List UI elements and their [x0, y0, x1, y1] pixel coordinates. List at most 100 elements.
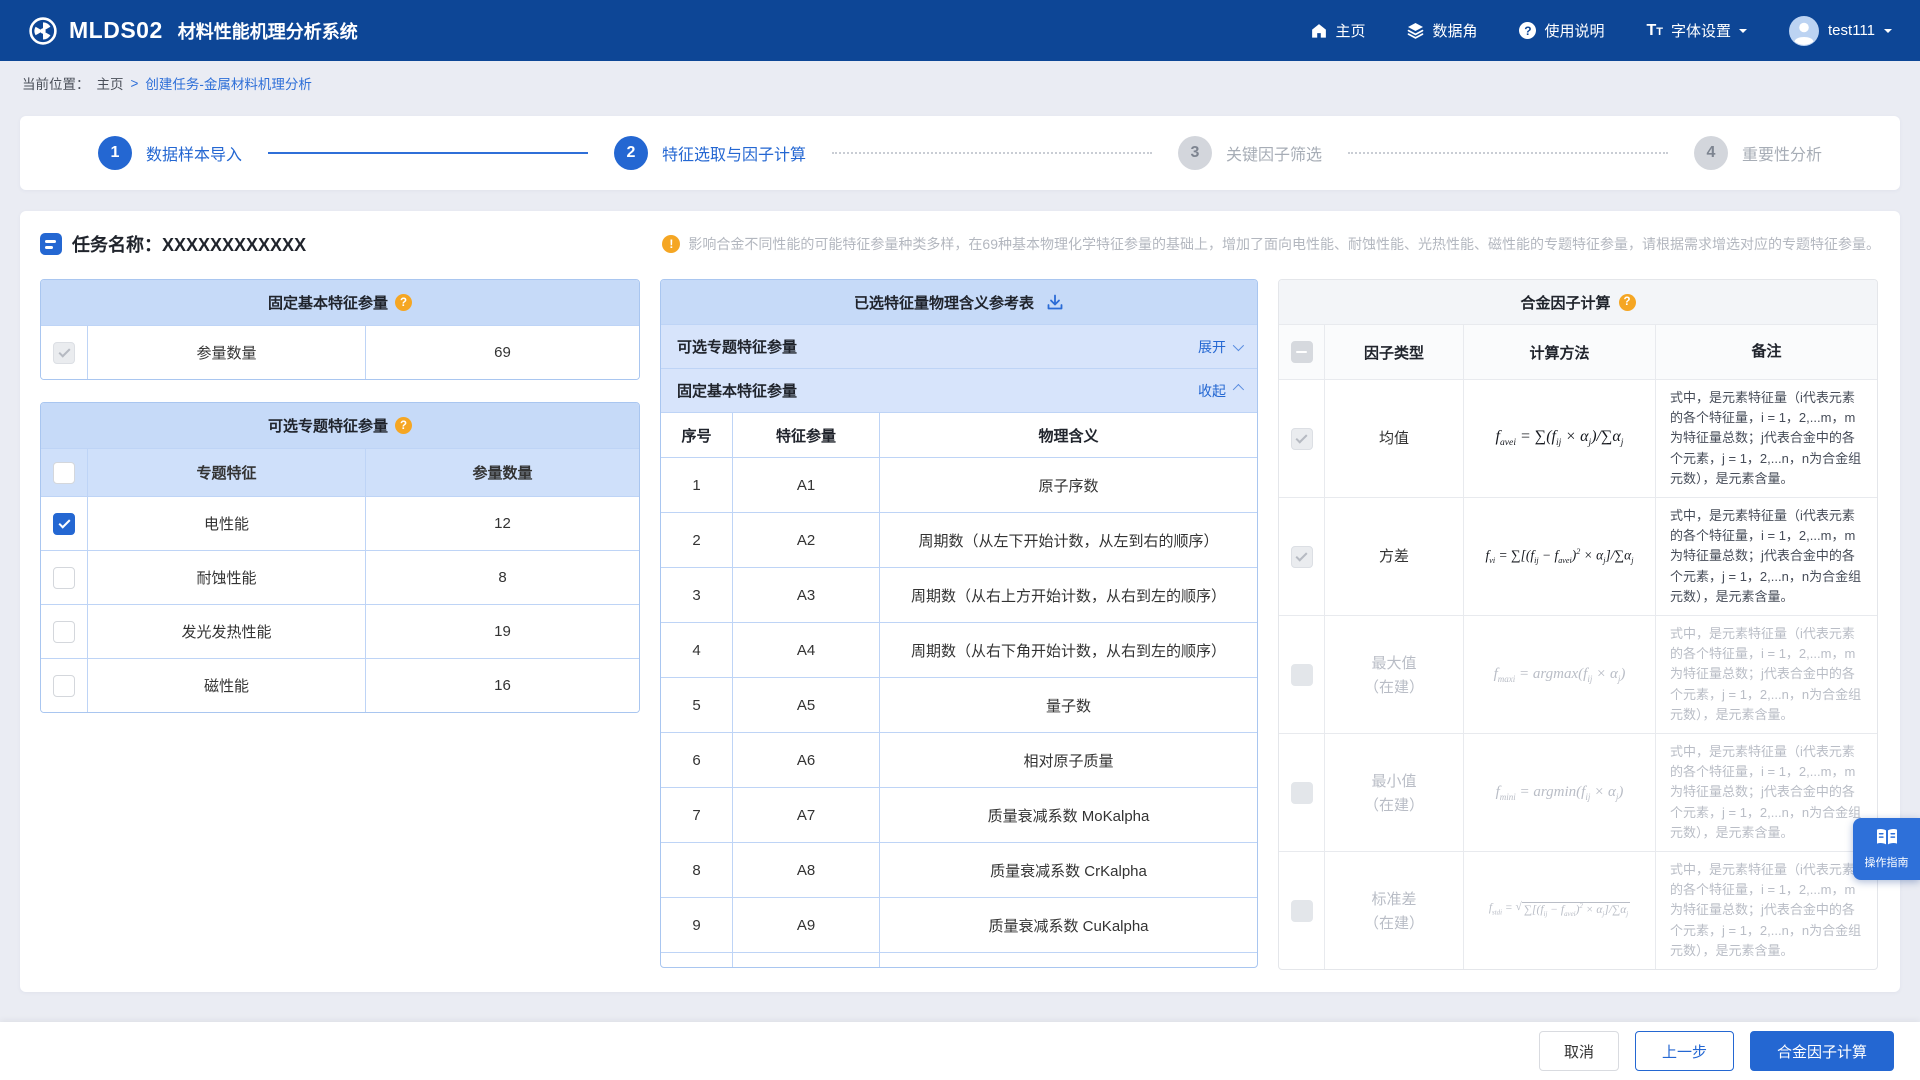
home-icon — [1311, 23, 1327, 39]
step-2-label: 特征选取与因子计算 — [662, 141, 806, 165]
footer-bar: 取消 上一步 合金因子计算 — [0, 1022, 1920, 1080]
content-columns: 固定基本特征参量 ? 参量数量 69 可选专题特征参量 ? — [40, 279, 1880, 970]
user-menu[interactable]: test111 — [1789, 16, 1892, 46]
table-row: 3 A3 周期数（从右上方开始计数，从右到左的顺序） — [661, 567, 1257, 622]
nav-font-settings[interactable]: TT 字体设置 — [1646, 20, 1747, 41]
main-panel: 任务名称：XXXXXXXXXXXX ! 影响合金不同性能的可能特征参量种类多样，… — [20, 211, 1900, 992]
row-checkbox — [1291, 546, 1313, 568]
help-icon[interactable]: ? — [1619, 294, 1636, 311]
task-name: 任务名称：XXXXXXXXXXXX — [40, 231, 306, 257]
factor-panel-title: 合金因子计算 ? — [1279, 280, 1877, 324]
row-checkbox — [1291, 782, 1313, 804]
cell-seq: 7 — [661, 788, 732, 842]
step-2-number: 2 — [614, 136, 648, 170]
table-row: 5 A5 量子数 — [661, 677, 1257, 732]
book-icon — [1875, 828, 1899, 849]
factor-row-std: 标准差 （在建） fstdi = √∑[(fij − favei)2 × αj]… — [1279, 851, 1877, 969]
cancel-button[interactable]: 取消 — [1539, 1031, 1619, 1071]
expand-toggle[interactable]: 展开 — [1198, 337, 1241, 357]
step-1-number: 1 — [98, 136, 132, 170]
prev-step-button[interactable]: 上一步 — [1635, 1031, 1734, 1071]
top-navbar: MLDS02 材料性能机理分析系统 主页 数据角 ? 使用说明 TT — [0, 0, 1920, 61]
warning-icon: ! — [662, 235, 680, 253]
guide-button[interactable]: 操作指南 — [1853, 818, 1920, 880]
formula-min: fmini = argmin(fij × αj) — [1496, 784, 1624, 802]
middle-column: 已选特征量物理含义参考表 可选专题特征参量 展开 固定基本特征参量 — [660, 279, 1258, 968]
cell-note: 式中，是元素特征量（i代表元素的各个特征量，i = 1，2,...m，m为特征量… — [1655, 498, 1877, 615]
section-label: 固定基本特征参量 — [677, 380, 797, 401]
cell-checkbox — [41, 605, 87, 658]
table-row: 参量数量 69 — [41, 325, 639, 379]
fixed-params-title-text: 固定基本特征参量 — [268, 292, 388, 313]
cell-checkbox — [1279, 380, 1324, 497]
calc-alloy-factor-button[interactable]: 合金因子计算 — [1750, 1031, 1894, 1071]
step-connector-dotted — [832, 152, 1152, 154]
download-icon[interactable] — [1046, 293, 1064, 311]
breadcrumb-separator: > — [131, 76, 139, 91]
notice-text: 影响合金不同性能的可能特征参量种类多样，在69种基本物理化学特征参量的基础上，增… — [688, 234, 1880, 254]
help-icon[interactable]: ? — [395, 417, 412, 434]
nav-home-label: 主页 — [1335, 20, 1365, 41]
column-header: 备注 — [1655, 325, 1877, 379]
app-logo-text: MLDS02 — [69, 17, 163, 44]
nav-help[interactable]: ? 使用说明 — [1519, 20, 1604, 41]
row-checkbox[interactable] — [53, 513, 75, 535]
cell-meaning: 原子序数 — [879, 458, 1257, 512]
cell-factor-type: 方差 — [1324, 498, 1463, 615]
cell-seq: 1 — [661, 458, 732, 512]
breadcrumb-prefix: 当前位置： — [22, 73, 90, 93]
breadcrumb: 当前位置： 主页 > 创建任务-金属材料机理分析 — [0, 61, 1920, 105]
cell-checkbox — [1279, 734, 1324, 851]
row-checkbox[interactable] — [53, 621, 75, 643]
section-fixed-params: 固定基本特征参量 收起 — [661, 368, 1257, 412]
cell-meaning: 质量衰减系数 CrKalpha — [879, 843, 1257, 897]
cell-value: 12 — [365, 497, 639, 550]
section-optional-params: 可选专题特征参量 展开 — [661, 324, 1257, 368]
step-connector-dotted — [1348, 152, 1668, 154]
chevron-down-icon — [1739, 29, 1747, 37]
column-header: 物理含义 — [879, 413, 1257, 457]
cell-label: 发光发热性能 — [87, 605, 365, 658]
select-all-checkbox[interactable] — [53, 462, 75, 484]
cell-factor-type: 标准差 （在建） — [1324, 852, 1463, 969]
table-row: 磁性能 16 — [41, 658, 639, 712]
column-header: 专题特征 — [87, 449, 365, 496]
column-header: 参量数量 — [365, 449, 639, 496]
table-row: 7 A7 质量衰减系数 MoKalpha — [661, 787, 1257, 842]
cell-factor-type: 最大值 （在建） — [1324, 616, 1463, 733]
column-header: 序号 — [661, 413, 732, 457]
cell-formula: fstdi = √∑[(fij − favei)2 × αj]/∑αj — [1463, 852, 1655, 969]
nav-home[interactable]: 主页 — [1311, 20, 1365, 41]
help-icon[interactable]: ? — [395, 294, 412, 311]
optional-params-table: 可选专题特征参量 ? 专题特征 参量数量 电性能 12 — [40, 402, 640, 713]
steps-bar: 1 数据样本导入 2 特征选取与因子计算 3 关键因子筛选 4 重要性分析 — [20, 116, 1900, 190]
breadcrumb-home[interactable]: 主页 — [97, 73, 124, 93]
column-header: 特征参量 — [732, 413, 879, 457]
chevron-up-icon — [1233, 383, 1244, 394]
row-checkbox — [1291, 900, 1313, 922]
step-4: 4 重要性分析 — [1694, 136, 1822, 170]
factor-panel: 合金因子计算 ? 因子类型 计算方法 备注 均值 — [1278, 279, 1878, 970]
cell-value: 16 — [365, 659, 639, 712]
row-checkbox[interactable] — [53, 567, 75, 589]
cell-param: A6 — [732, 733, 879, 787]
table-row: 4 A4 周期数（从右下角开始计数，从右到左的顺序） — [661, 622, 1257, 677]
row-checkbox[interactable] — [53, 675, 75, 697]
nav-data-corner-label: 数据角 — [1432, 20, 1477, 41]
nav-data-corner[interactable]: 数据角 — [1407, 20, 1477, 41]
breadcrumb-current[interactable]: 创建任务-金属材料机理分析 — [145, 73, 312, 93]
collapse-toggle[interactable]: 收起 — [1198, 381, 1241, 401]
cell-label: 参量数量 — [87, 326, 365, 379]
row-checkbox — [1291, 664, 1313, 686]
right-column: 合金因子计算 ? 因子类型 计算方法 备注 均值 — [1278, 279, 1878, 970]
section-label: 可选专题特征参量 — [677, 336, 797, 357]
cell-meaning: 质量衰减系数 CuKalpha — [879, 898, 1257, 952]
cell-param: A9 — [732, 898, 879, 952]
factor-row-variance: 方差 fvi = ∑[(fij − favei)2 × αj]/∑αj 式中，是… — [1279, 497, 1877, 615]
step-connector-solid — [268, 152, 588, 154]
cell-meaning: 周期数（从左下开始计数，从左到右的顺序） — [879, 513, 1257, 567]
nav-font-settings-label: 字体设置 — [1671, 20, 1731, 41]
factor-row-mean: 均值 favei = ∑(fij × αj)/∑αj 式中，是元素特征量（i代表… — [1279, 379, 1877, 497]
app-title: 材料性能机理分析系统 — [178, 18, 358, 44]
cell-checkbox — [41, 326, 87, 379]
